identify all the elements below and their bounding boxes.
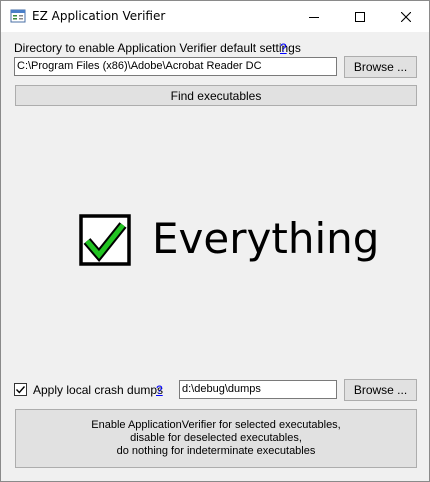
app-icon [10, 8, 26, 24]
crash-dumps-checkbox[interactable] [14, 383, 27, 396]
window-title: EZ Application Verifier [32, 9, 166, 23]
apply-button-line-3: do nothing for indeterminate executables [116, 445, 316, 457]
close-icon [401, 11, 411, 22]
status-display: Everything [79, 211, 379, 269]
close-button[interactable] [383, 1, 429, 32]
directory-label: Directory to enable Application Verifier… [14, 41, 301, 55]
minimize-button[interactable] [291, 1, 337, 32]
maximize-icon [355, 11, 365, 22]
find-executables-button[interactable]: Find executables [15, 85, 417, 106]
directory-browse-button[interactable]: Browse ... [344, 56, 417, 78]
checkmark-icon [15, 386, 26, 394]
crash-dumps-label[interactable]: Apply local crash dumps [33, 383, 163, 397]
crash-dumps-browse-button[interactable]: Browse ... [344, 379, 417, 401]
directory-help-link[interactable]: ? [280, 41, 287, 55]
minimize-icon [309, 16, 319, 18]
maximize-button[interactable] [337, 1, 383, 32]
status-text: Everything [152, 214, 380, 263]
apply-button-line-1: Enable ApplicationVerifier for selected … [91, 419, 341, 431]
title-bar[interactable]: EZ Application Verifier [1, 1, 429, 32]
crash-dumps-path-input[interactable]: d:\debug\dumps [179, 380, 337, 399]
directory-input[interactable]: C:\Program Files (x86)\Adobe\Acrobat Rea… [14, 57, 337, 76]
checked-checkbox-icon [79, 214, 131, 269]
apply-verifier-button[interactable]: Enable ApplicationVerifier for selected … [15, 409, 417, 468]
app-window: EZ Application Verifier Directory to ena… [0, 0, 430, 482]
crash-dumps-help-link[interactable]: ? [156, 383, 163, 397]
apply-button-line-2: disable for deselected executables, [130, 432, 302, 444]
